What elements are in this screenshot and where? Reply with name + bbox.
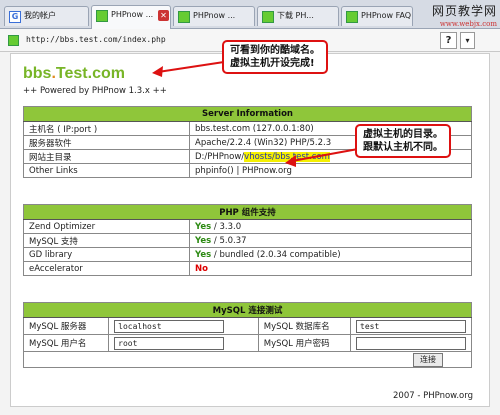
table-row: Zend Optimizer Yes / 3.3.0: [23, 219, 472, 234]
mysql-test-table: MySQL 连接测试 MySQL 服务器 localhost MySQL 数据库…: [22, 302, 472, 368]
php-support-table: PHP 组件支持 Zend Optimizer Yes / 3.3.0 MySQ…: [23, 204, 472, 276]
connect-button[interactable]: 连接: [413, 352, 443, 367]
mysql-dbname-input[interactable]: test: [356, 319, 466, 333]
footer-text: 2007 - PHPnow.org: [393, 391, 473, 401]
vhost-path-highlight: vhosts/bbs.test.com: [244, 151, 330, 162]
table-row: MySQL 用户名 root MySQL 用户密码: [22, 334, 472, 352]
tab-phpnow-2[interactable]: PHPnow ...: [173, 6, 255, 26]
site-watermark: 网页教学网 www.webjx.com: [431, 4, 497, 28]
page-content: bbs.Test.com ++ Powered by PHPnow 1.3.x …: [10, 53, 490, 407]
php-page-icon: [262, 11, 274, 23]
mysql-server-input[interactable]: localhost: [114, 319, 225, 333]
google-g-icon: G: [9, 11, 21, 23]
php-support-title: PHP 组件支持: [23, 204, 472, 220]
callout-vhost-directory: 虚拟主机的目录。 跟默认主机不同。: [355, 124, 451, 158]
mysql-user-input[interactable]: root: [114, 336, 225, 350]
other-links[interactable]: phpinfo() | PHPnow.org: [189, 163, 472, 178]
tab-phpnow-active[interactable]: PHPnow ... ✕: [91, 5, 171, 29]
mysql-password-input[interactable]: [356, 336, 466, 350]
page-favicon-icon: [8, 35, 19, 46]
tab-my-account[interactable]: G 我的帐户: [4, 6, 89, 26]
php-page-icon: [96, 10, 108, 22]
server-info-title: Server Information: [23, 106, 472, 122]
tab-download-php[interactable]: 下载 PH...: [257, 6, 339, 26]
dropdown-button[interactable]: ▾: [460, 32, 475, 49]
callout-domain-visible: 可看到你的酷域名。 虚拟主机开设完成!: [222, 40, 328, 74]
browser-tab-bar: G 我的帐户 PHPnow ... ✕ PHPnow ... 下载 PH... P…: [0, 0, 500, 29]
table-row: eAccelerator No: [23, 261, 472, 276]
powered-by-text: ++ Powered by PHPnow 1.3.x ++: [23, 86, 167, 96]
help-button[interactable]: ?: [440, 32, 457, 49]
mysql-test-title: MySQL 连接测试: [23, 302, 472, 318]
table-row: GD library Yes / bundled (2.0.34 compati…: [23, 247, 472, 262]
site-logo: bbs.Test.com: [23, 65, 125, 82]
table-row: 连接: [23, 351, 472, 368]
php-page-icon: [178, 11, 190, 23]
table-row: MySQL 服务器 localhost MySQL 数据库名 test: [22, 317, 472, 335]
php-page-icon: [346, 11, 358, 23]
close-tab-icon[interactable]: ✕: [158, 10, 169, 21]
tab-phpnow-faq[interactable]: PHPnow FAQ: [341, 6, 413, 26]
table-row: MySQL 支持 Yes / 5.0.37: [23, 233, 472, 248]
url-field[interactable]: http://bbs.test.com/index.php: [26, 35, 166, 44]
table-row: Other Links phpinfo() | PHPnow.org: [23, 163, 472, 178]
